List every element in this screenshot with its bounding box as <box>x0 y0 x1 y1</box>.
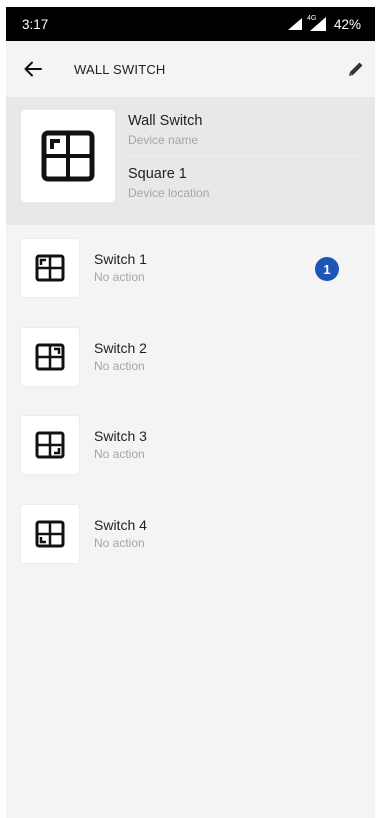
switch-thumbnail <box>20 503 80 564</box>
switch-text: Switch 2 No action <box>94 340 147 373</box>
switch-list: Switch 1 No action 1 Switch 2 No action <box>6 225 375 591</box>
device-location-block[interactable]: Square 1 Device location <box>128 155 365 208</box>
signal-icon <box>287 18 302 30</box>
switch-thumbnail <box>20 415 80 475</box>
switch-name: Switch 1 <box>94 251 147 267</box>
back-arrow-icon <box>24 61 42 77</box>
edit-button[interactable] <box>343 56 369 82</box>
switch-row-2[interactable]: Switch 2 No action <box>6 326 375 415</box>
switch-2-icon <box>35 343 65 370</box>
switch-row-1[interactable]: Switch 1 No action 1 <box>6 237 375 326</box>
battery-level: 42% <box>333 16 361 32</box>
notification-badge: 1 <box>315 257 339 281</box>
switch-text: Switch 3 No action <box>94 428 147 461</box>
device-name-block[interactable]: Wall Switch Device name <box>128 113 365 155</box>
switch-row-4[interactable]: Switch 4 No action <box>6 503 375 592</box>
switch-status: No action <box>94 447 145 461</box>
page-title: WALL SWITCH <box>74 61 166 77</box>
switch-name: Switch 3 <box>94 428 147 444</box>
switch-text: Switch 1 No action <box>94 251 147 284</box>
status-time: 3:17 <box>22 16 49 32</box>
device-name: Wall Switch <box>128 113 203 129</box>
switch-thumbnail <box>20 238 80 298</box>
switch-status: No action <box>94 535 145 550</box>
status-icons: 4G 42% <box>287 15 361 32</box>
switch-row-3[interactable]: Switch 3 No action <box>6 414 375 503</box>
device-thumbnail <box>21 110 115 202</box>
app-bar: WALL SWITCH <box>6 41 375 97</box>
switch-text: Switch 4 No action <box>94 517 147 550</box>
switch-name: Switch 2 <box>94 339 147 356</box>
switch-thumbnail <box>20 326 80 387</box>
pencil-icon <box>349 62 363 76</box>
switch-status: No action <box>94 270 145 284</box>
device-info-card: Wall Switch Device name Square 1 Device … <box>6 97 375 225</box>
switch-name: Switch 4 <box>94 516 147 533</box>
app-screen: 3:17 4G 42% WALL SWITCH Wall Switch Devi… <box>6 7 375 818</box>
device-location: Square 1 <box>128 166 187 182</box>
switch-1-icon <box>35 254 65 282</box>
back-button[interactable] <box>20 56 46 82</box>
switch-3-icon <box>35 431 65 459</box>
status-bar: 3:17 4G 42% <box>6 7 375 41</box>
device-details: Wall Switch Device name Square 1 Device … <box>128 113 365 208</box>
switch-4-icon <box>35 520 65 547</box>
device-name-caption: Device name <box>128 133 199 147</box>
device-location-caption: Device location <box>128 186 210 200</box>
signal-4g-icon: 4G <box>306 15 326 31</box>
switch-status: No action <box>94 358 145 373</box>
network-type-label: 4G <box>306 15 317 22</box>
wall-switch-4-gang-icon <box>41 130 95 182</box>
